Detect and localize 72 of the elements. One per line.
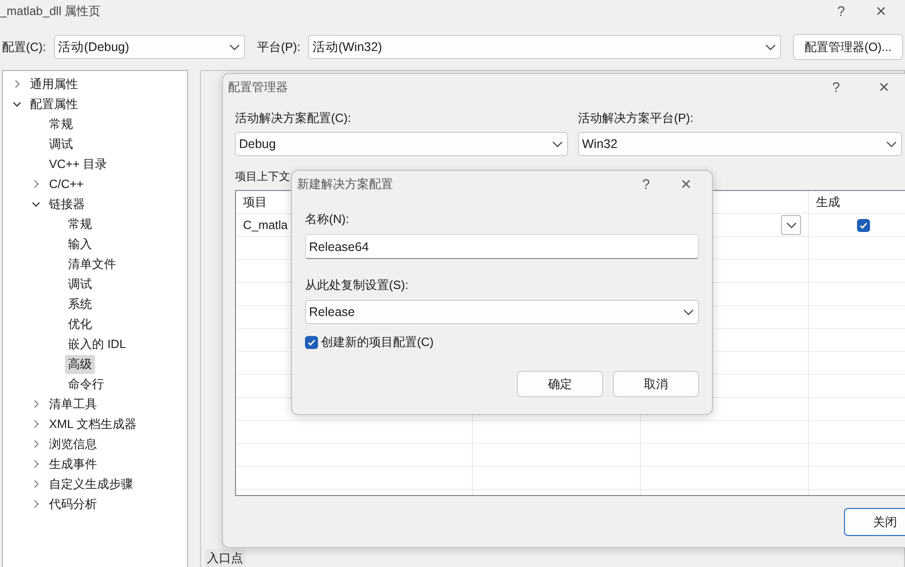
- solution-platform-label: 活动解决方案平台(P):: [578, 110, 694, 127]
- cancel-button[interactable]: 取消: [613, 371, 699, 397]
- chevron-right-icon[interactable]: [31, 439, 41, 449]
- checkmark-icon: [307, 338, 316, 347]
- chevron-right-icon[interactable]: [31, 399, 41, 409]
- config-label: 配置(C):: [2, 38, 46, 56]
- config-manager-button[interactable]: 配置管理器(O)...: [793, 34, 903, 60]
- tree-item[interactable]: 自定义生成步骤: [46, 474, 136, 494]
- tree-item[interactable]: 命令行: [65, 374, 107, 394]
- chevron-right-icon[interactable]: [31, 479, 41, 489]
- caret-icon: [765, 44, 776, 50]
- tree-item[interactable]: XML 文档生成器: [46, 414, 140, 434]
- name-label: 名称(N):: [305, 211, 350, 228]
- tree-item[interactable]: 浏览信息: [46, 434, 100, 454]
- platform-label: 平台(P):: [257, 38, 300, 56]
- tree-item[interactable]: VC++ 目录: [46, 154, 110, 174]
- close-button[interactable]: ×: [666, 173, 706, 195]
- copy-settings-label: 从此处复制设置(S):: [305, 277, 410, 294]
- tree-item[interactable]: 输入: [65, 234, 95, 254]
- checkmark-icon: [859, 220, 868, 230]
- copy-settings-dropdown[interactable]: Release: [305, 300, 699, 324]
- chevron-right-icon[interactable]: [31, 179, 41, 189]
- caret-icon: [229, 44, 240, 50]
- tree-item[interactable]: 调试: [46, 134, 76, 154]
- caret-icon: [683, 308, 694, 316]
- help-button[interactable]: ?: [821, 0, 861, 22]
- chevron-right-icon[interactable]: [31, 459, 41, 469]
- tree-item[interactable]: 系统: [65, 294, 95, 314]
- column-header: 生成: [809, 191, 905, 214]
- caret-icon: [552, 140, 563, 148]
- caret-icon: [786, 222, 796, 228]
- tree-item[interactable]: C/C++: [46, 176, 87, 192]
- caret-icon: [886, 140, 897, 148]
- checkbox[interactable]: [305, 336, 318, 349]
- config-dropdown[interactable]: 活动(Debug): [54, 35, 245, 59]
- property-label: 入口点: [205, 549, 245, 567]
- solution-config-label: 活动解决方案配置(C):: [235, 110, 352, 127]
- tree-item[interactable]: 常规: [46, 114, 76, 134]
- close-dialog-button[interactable]: 关闭: [844, 508, 905, 536]
- tree-item[interactable]: 配置属性: [27, 94, 81, 114]
- dialog-title: 配置管理器: [228, 78, 289, 96]
- platform-dropdown[interactable]: 活动(Win32): [308, 35, 781, 59]
- dropdown-button[interactable]: [781, 215, 801, 235]
- tree-item[interactable]: 生成事件: [46, 454, 100, 474]
- solution-platform-dropdown[interactable]: Win32: [578, 132, 902, 156]
- tree-item[interactable]: 常规: [65, 214, 95, 234]
- tree-item[interactable]: 链接器: [46, 194, 88, 214]
- tree-item[interactable]: 优化: [65, 314, 95, 334]
- checkbox-label: 创建新的项目配置(C): [321, 334, 434, 351]
- help-button[interactable]: ?: [626, 173, 666, 195]
- tree-item[interactable]: 调试: [65, 274, 95, 294]
- chevron-right-icon[interactable]: [31, 419, 41, 429]
- name-field[interactable]: Release64: [305, 234, 699, 259]
- chevron-down-icon[interactable]: [31, 199, 41, 209]
- chevron-down-icon[interactable]: [12, 99, 22, 109]
- chevron-right-icon[interactable]: [12, 79, 22, 89]
- close-button[interactable]: ×: [861, 0, 901, 22]
- solution-config-dropdown[interactable]: Debug: [235, 132, 568, 156]
- window-title: _matlab_dll 属性页: [0, 2, 102, 20]
- tree-item[interactable]: 代码分析: [46, 494, 100, 514]
- close-button[interactable]: ×: [864, 76, 904, 98]
- tree-item[interactable]: 高级: [65, 354, 95, 374]
- tree-item[interactable]: 通用属性: [27, 74, 81, 94]
- chevron-right-icon[interactable]: [31, 499, 41, 509]
- build-checkbox[interactable]: [857, 218, 870, 232]
- project-contexts-label: 项目上下文: [235, 170, 290, 184]
- help-button[interactable]: ?: [816, 76, 856, 98]
- tree-item[interactable]: 嵌入的 IDL: [65, 334, 130, 354]
- tree-item[interactable]: 清单工具: [46, 394, 100, 414]
- tree-item[interactable]: 清单文件: [65, 254, 119, 274]
- ok-button[interactable]: 确定: [517, 371, 603, 397]
- dialog-title: 新建解决方案配置: [297, 176, 394, 192]
